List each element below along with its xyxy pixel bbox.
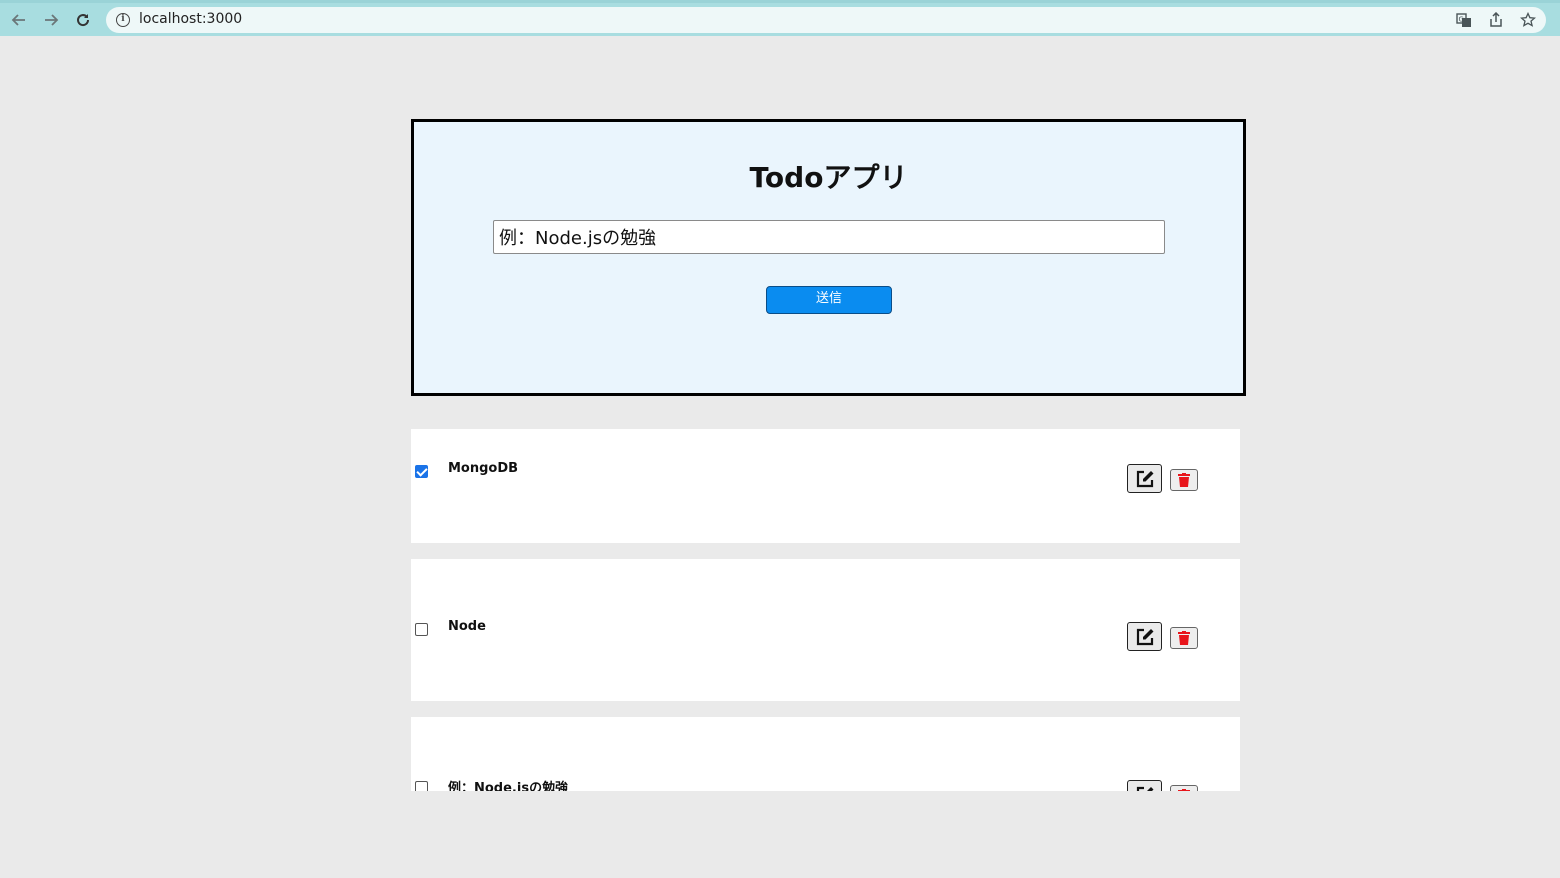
arrow-left-icon — [11, 14, 25, 26]
page-title: Todoアプリ — [749, 161, 908, 194]
svg-text:G: G — [1459, 16, 1464, 24]
list-item: 例：Node.jsの勉強 — [411, 717, 1240, 791]
trash-icon — [1178, 789, 1190, 791]
arrow-right-icon — [45, 14, 59, 26]
todo-text: 例：Node.jsの勉強 — [448, 781, 569, 791]
share-icon — [1490, 12, 1502, 27]
delete-button[interactable] — [1170, 469, 1198, 491]
list-item: MongoDB — [411, 429, 1240, 543]
edit-button[interactable] — [1127, 780, 1162, 791]
edit-icon — [1136, 786, 1153, 791]
share-button[interactable] — [1483, 7, 1509, 33]
translate-icon: G — [1456, 13, 1471, 27]
todo-text: Node — [448, 619, 486, 634]
edit-button[interactable] — [1127, 622, 1162, 651]
back-button[interactable] — [6, 7, 32, 33]
edit-icon — [1136, 470, 1153, 487]
todo-input[interactable] — [493, 220, 1165, 254]
reload-icon — [77, 14, 90, 27]
star-icon — [1520, 12, 1536, 27]
submit-button[interactable]: 送信 — [766, 286, 892, 314]
list-item: Node — [411, 559, 1240, 701]
bookmark-button[interactable] — [1515, 7, 1541, 33]
site-info-icon[interactable]: i — [116, 13, 130, 27]
todo-text: MongoDB — [448, 461, 519, 476]
todo-list: MongoDB Node 例：Node.jsの勉強 — [411, 429, 1240, 791]
browser-toolbar: i localhost:3000 G — [0, 0, 1560, 36]
edit-button[interactable] — [1127, 464, 1162, 493]
trash-icon — [1178, 473, 1190, 487]
delete-button[interactable] — [1170, 627, 1198, 649]
todo-checkbox[interactable] — [415, 465, 428, 478]
address-bar[interactable]: i localhost:3000 — [106, 7, 1546, 33]
todo-checkbox[interactable] — [415, 781, 428, 791]
edit-icon — [1136, 628, 1153, 645]
forward-button[interactable] — [38, 7, 64, 33]
url-text: localhost:3000 — [139, 11, 243, 27]
reload-button[interactable] — [70, 7, 96, 33]
delete-button[interactable] — [1170, 785, 1198, 791]
trash-icon — [1178, 631, 1190, 645]
todo-checkbox[interactable] — [415, 623, 428, 636]
translate-button[interactable]: G — [1451, 7, 1477, 33]
todo-form-card: Todoアプリ 送信 — [411, 119, 1246, 396]
